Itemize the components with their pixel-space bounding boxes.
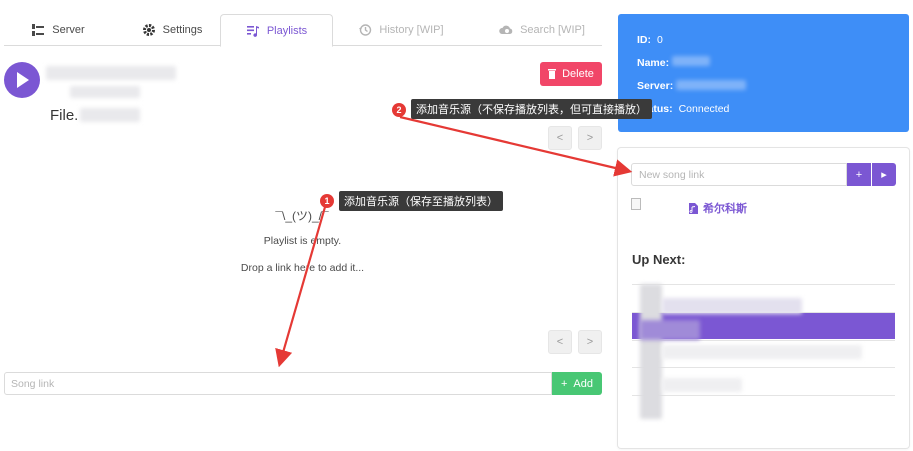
drop-hint-text: Drop a link here to add it... bbox=[240, 262, 365, 274]
annotation-tooltip-2: 添加音乐源（不保存播放列表，但可直接播放） bbox=[411, 99, 652, 119]
search-cloud-icon bbox=[499, 25, 513, 34]
id-value: 0 bbox=[657, 34, 663, 46]
info-server-row: Server: bbox=[637, 80, 673, 92]
redacted-name bbox=[672, 56, 710, 66]
tab-search[interactable]: Search [WIP] bbox=[482, 14, 602, 46]
plus-icon: + bbox=[560, 377, 568, 390]
next-page-button-top[interactable]: > bbox=[578, 126, 602, 150]
queue-divider bbox=[632, 340, 895, 341]
chevron-right-icon: > bbox=[586, 132, 594, 144]
id-label: ID: bbox=[637, 34, 651, 46]
new-song-link-input[interactable]: New song link bbox=[631, 163, 847, 186]
redacted-subtitle bbox=[70, 86, 140, 98]
tab-label: Search [WIP] bbox=[520, 24, 585, 36]
current-song-link[interactable]: 希尔科斯 bbox=[689, 200, 747, 216]
tab-settings[interactable]: Settings bbox=[120, 14, 224, 46]
tab-playlists[interactable]: Playlists bbox=[220, 14, 333, 47]
plus-icon: + bbox=[855, 168, 863, 181]
up-next-heading: Up Next: bbox=[632, 252, 686, 267]
delete-button[interactable]: Delete bbox=[540, 62, 602, 86]
redacted-title bbox=[46, 66, 176, 80]
chevron-left-icon: < bbox=[556, 132, 564, 144]
song-link-input[interactable]: Song link bbox=[4, 372, 552, 395]
history-icon bbox=[359, 24, 372, 36]
redacted-filename bbox=[80, 108, 140, 122]
tab-server[interactable]: Server bbox=[4, 14, 112, 46]
chevron-left-icon: < bbox=[556, 336, 564, 348]
prev-page-button-top[interactable]: < bbox=[548, 126, 572, 150]
info-id-row: ID: 0 bbox=[637, 34, 663, 46]
queue-divider bbox=[632, 367, 895, 368]
tab-label: Server bbox=[52, 24, 85, 36]
prev-page-button-bottom[interactable]: < bbox=[548, 330, 572, 354]
tab-label: Playlists bbox=[266, 24, 308, 37]
annotation-tooltip-1: 添加音乐源（保存至播放列表） bbox=[339, 191, 503, 211]
redacted-queue-column bbox=[640, 284, 662, 419]
file-audio-icon bbox=[689, 202, 698, 214]
file-label: File. bbox=[50, 107, 79, 124]
delete-label: Delete bbox=[562, 68, 594, 80]
play-button[interactable] bbox=[4, 62, 40, 98]
connection-info-box: ID: 0 Name: Server: Status: Connected bbox=[618, 14, 909, 132]
server-icon bbox=[32, 24, 45, 36]
queue-divider bbox=[632, 395, 895, 396]
next-page-button-bottom[interactable]: > bbox=[578, 330, 602, 354]
tab-bar: Server Settings Playlists History [WIP] … bbox=[4, 14, 602, 47]
add-song-button[interactable]: + Add bbox=[552, 372, 602, 395]
redacted-queue-item bbox=[662, 298, 802, 314]
play-now-button[interactable]: ▸ bbox=[872, 163, 896, 186]
tab-history[interactable]: History [WIP] bbox=[342, 14, 460, 46]
redacted-server bbox=[676, 80, 746, 90]
play-icon: ▸ bbox=[881, 169, 887, 181]
redacted-queue-item bbox=[662, 345, 862, 359]
broken-image-icon bbox=[631, 198, 641, 210]
tab-label: History [WIP] bbox=[379, 24, 444, 36]
status-value: Connected bbox=[678, 103, 730, 115]
annotation-badge-1: 1 bbox=[320, 194, 334, 208]
playlist-icon bbox=[246, 25, 259, 37]
server-label: Server: bbox=[637, 80, 674, 92]
add-to-queue-button[interactable]: + bbox=[847, 163, 871, 186]
queue-divider bbox=[632, 284, 895, 285]
redacted-queue-item bbox=[662, 378, 742, 392]
chevron-right-icon: > bbox=[586, 336, 594, 348]
song-link-placeholder: Song link bbox=[11, 377, 55, 390]
new-song-placeholder: New song link bbox=[639, 168, 705, 181]
name-label: Name: bbox=[637, 57, 670, 69]
annotation-badge-2: 2 bbox=[392, 103, 406, 117]
empty-playlist-text: Playlist is empty. bbox=[263, 235, 342, 247]
redacted-queue-item bbox=[640, 320, 700, 340]
current-song-title: 希尔科斯 bbox=[703, 203, 747, 215]
shrug-emoticon: ¯\_(ツ)_/¯ bbox=[275, 209, 329, 223]
trash-icon bbox=[548, 69, 557, 79]
tab-label: Settings bbox=[162, 24, 203, 36]
gear-icon bbox=[142, 24, 155, 36]
play-icon bbox=[17, 72, 29, 88]
info-name-row: Name: bbox=[637, 57, 669, 69]
add-label: Add bbox=[573, 377, 593, 390]
